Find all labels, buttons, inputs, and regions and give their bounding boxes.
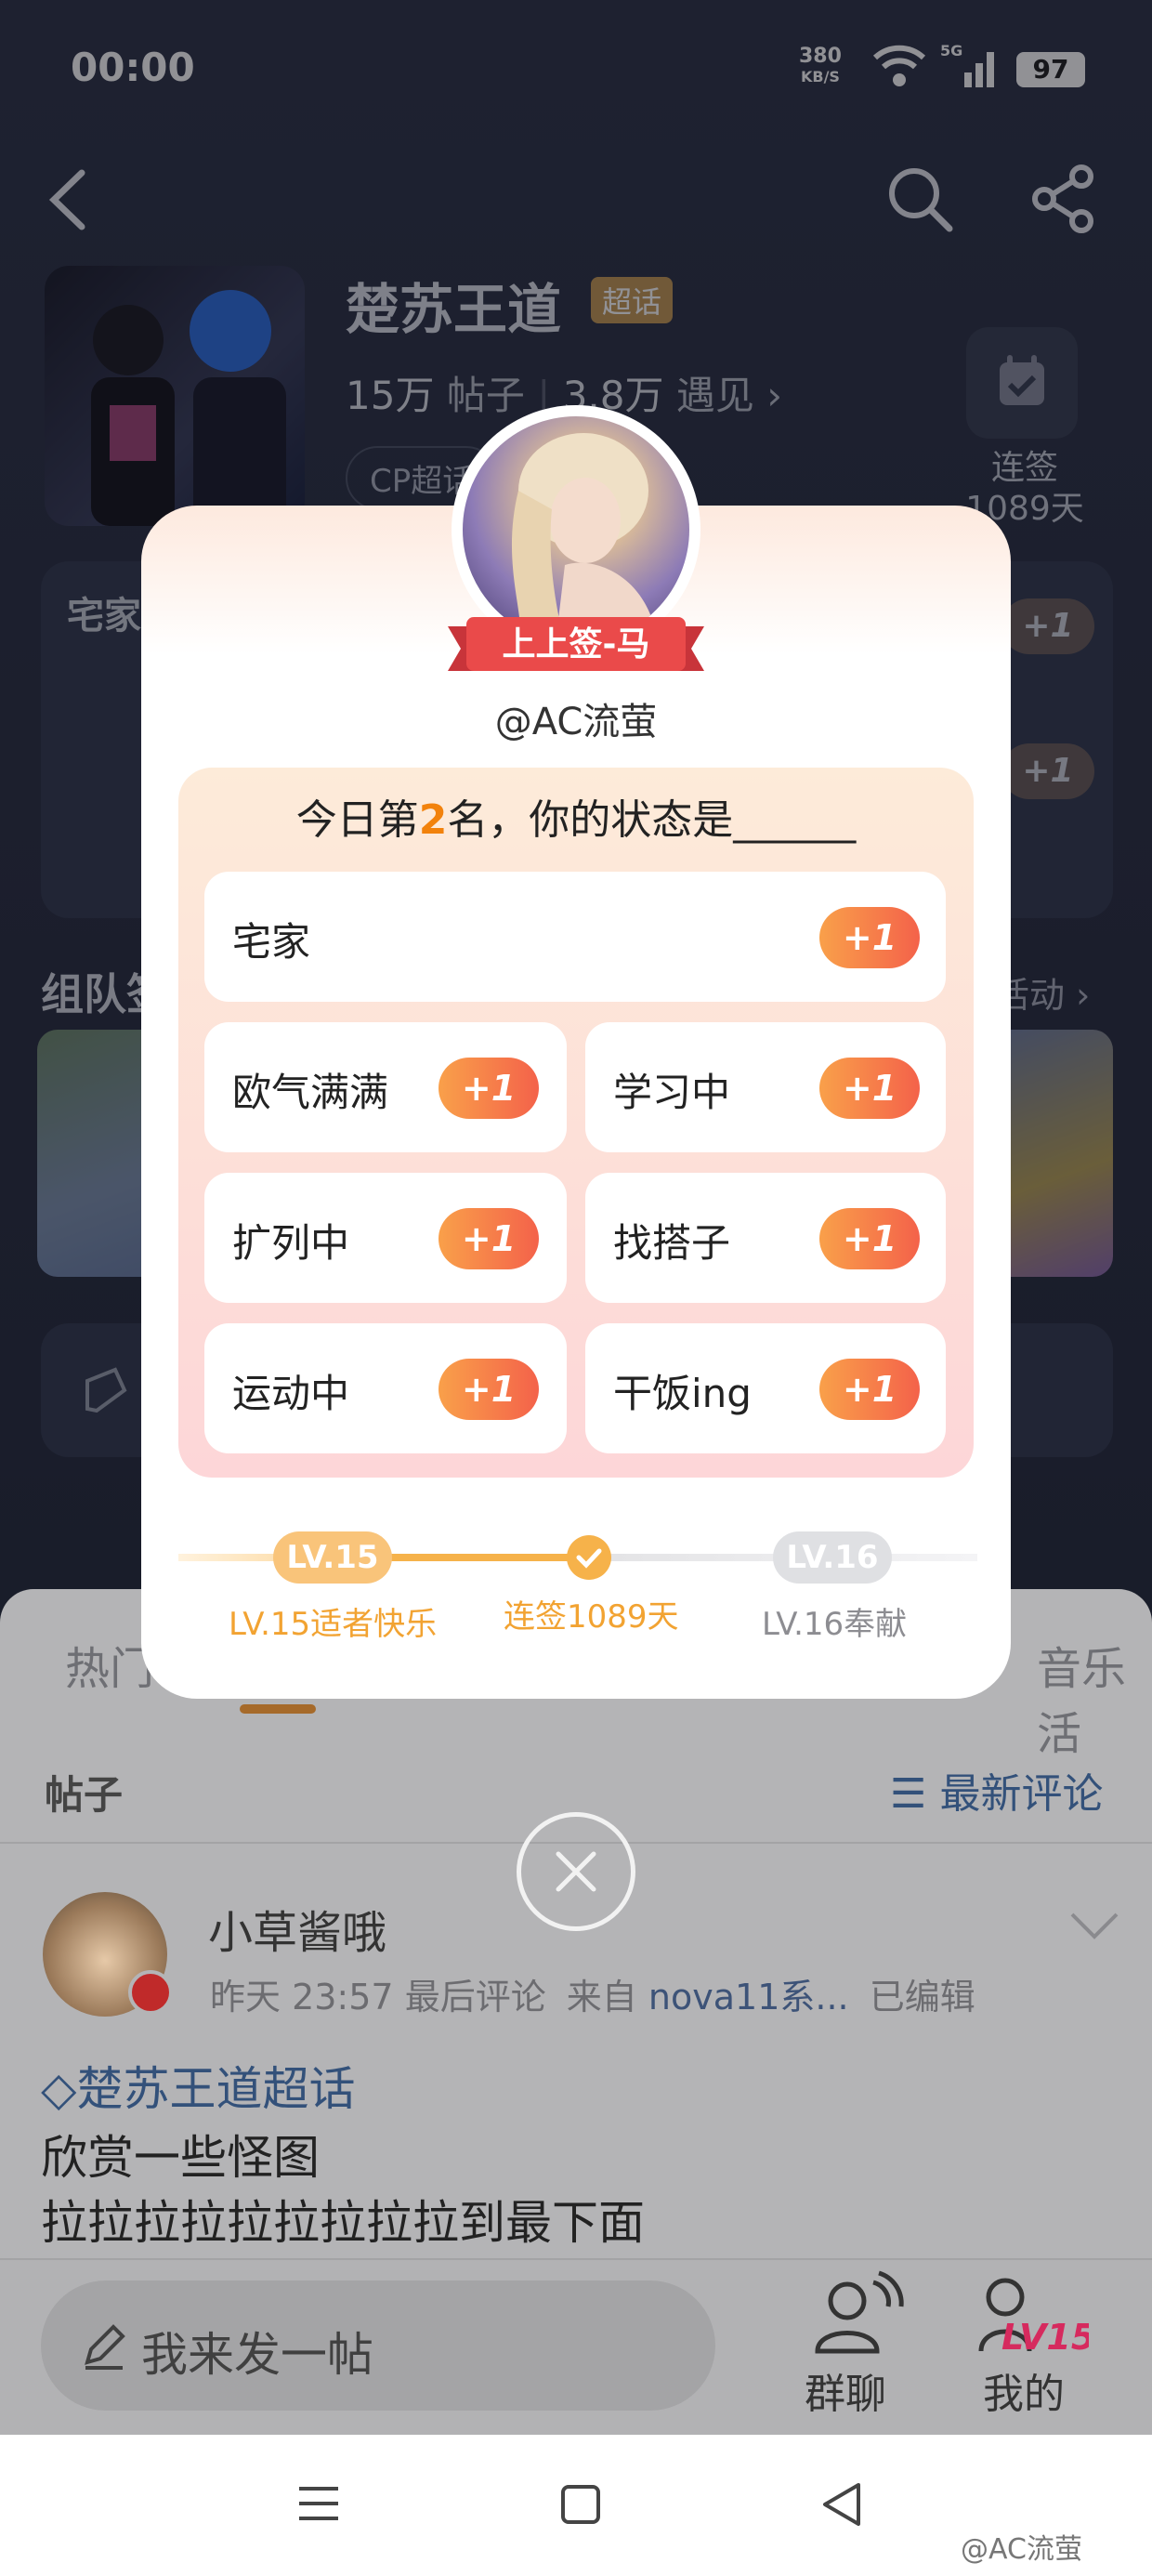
avatar-illustration [511,433,658,643]
diamond-icon: ◇ [41,2062,77,2116]
check-mark [576,1548,602,1569]
post-author[interactable]: 小草酱哦 [208,1896,386,1961]
menu-icon[interactable] [297,2483,340,2524]
sort-label: 最新评论 [939,1770,1104,1818]
plus-one-button[interactable]: +1 [819,907,920,968]
plus-one-button[interactable]: +1 [439,1208,539,1269]
plus-one-button[interactable]: +1 [439,1359,539,1420]
tab-active-indicator [240,1704,316,1714]
question-prefix: 今日第 [295,796,419,844]
next-level-badge: LV.16 [773,1531,892,1584]
posts-section-label: 帖子 [45,1772,124,1818]
post-from-label: 来自 [566,1977,637,2017]
close-icon [556,1851,596,1892]
close-popup-button[interactable] [517,1812,635,1931]
plus-one-button[interactable]: +1 [819,1058,920,1119]
post-text-line: 欣赏一些怪图 [41,2131,320,2185]
post-edited: 已编辑 [869,1977,975,2017]
check-icon [567,1535,611,1580]
post-time: 昨天 23:57 [210,1977,394,2017]
screen: 00:00 380 KB/S 5G 97 楚苏王道 超话 15万 帖子 | 3.… [0,0,1152,2576]
pencil-icon [85,2324,125,2370]
status-option-label: 扩列中 [232,1220,350,1266]
plus-one-button[interactable]: +1 [819,1208,920,1269]
level-track-progress [390,1554,587,1561]
status-option-label: 学习中 [613,1070,731,1115]
streak-caption: 连签1089天 [504,1598,679,1636]
status-option-label: 欧气满满 [232,1070,389,1115]
tab-music[interactable]: 音乐活 [1037,1632,1152,1762]
status-option-label: 宅家 [232,919,311,965]
popup-avatar [463,416,689,643]
mine-label[interactable]: 我的 [983,2360,1065,2420]
post-source: nova11系... [648,1977,849,2017]
verified-badge-icon [128,1970,173,2015]
plus-one-button[interactable]: +1 [819,1359,920,1420]
user-handle: @AC流萤 [494,701,658,743]
home-square-icon[interactable] [561,2485,600,2524]
mine-level-text: LV15 [1001,2317,1089,2358]
status-option-label: 运动中 [232,1371,350,1416]
post-meta: 昨天 23:57 最后评论 来自 nova11系... 已编辑 [210,1968,975,2019]
compose-placeholder: 我来发一帖 [141,2328,373,2382]
rank-number: 2 [418,796,448,844]
status-option-label: 找搭子 [613,1220,731,1266]
topic-hashtag[interactable]: ◇楚苏王道超话 [41,2052,355,2119]
post-time-suffix: 最后评论 [404,1977,546,2017]
sort-latest-comment-button[interactable]: ☰ 最新评论 [890,1760,1103,1820]
current-level-caption: LV.15适者快乐 [229,1606,438,1643]
chevron-down-icon[interactable] [1068,1909,1120,1942]
sort-icon: ☰ [890,1770,927,1818]
fortune-text: 上上签-马 [502,625,650,664]
back-triangle-icon[interactable] [819,2481,864,2528]
hashtag-text: 楚苏王道超话 [76,2062,356,2116]
next-level-caption: LV.16奉献 [762,1606,908,1643]
plus-one-button[interactable]: +1 [439,1058,539,1119]
profile-level-icon[interactable]: LV15 [977,2269,1089,2359]
status-question: 今日第2名，你的状态是______ [178,786,974,846]
watermark: @AC流萤 [961,2533,1082,2566]
status-option-label: 干饭ing [613,1371,752,1416]
current-level-badge: LV.15 [273,1531,392,1584]
question-suffix: 名，你的状态是______ [447,796,857,844]
group-chat-label[interactable]: 群聊 [805,2360,886,2420]
post-text-line: 拉拉拉拉拉拉拉拉拉到最下面 [41,2196,645,2250]
group-chat-icon[interactable] [805,2269,909,2359]
